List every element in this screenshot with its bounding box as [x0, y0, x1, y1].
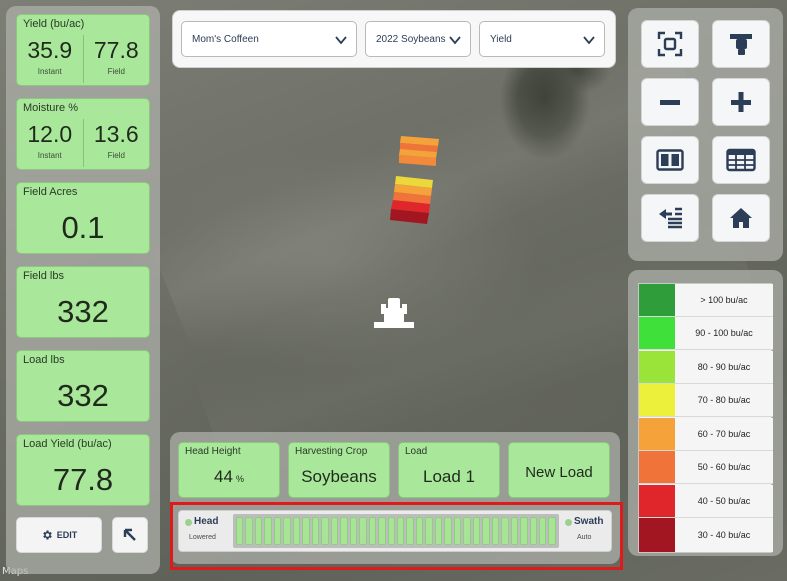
legend-row: 50 - 60 bu/ac [639, 451, 773, 484]
head-height-value: 44 [214, 467, 233, 486]
harvesting-crop-value: Soybeans [301, 467, 377, 486]
field-acres-value: 0.1 [61, 210, 105, 245]
yield-title: Yield (bu/ac) [23, 18, 85, 30]
legend-swatch [639, 284, 675, 316]
moisture-instant-value: 12.0 [27, 121, 73, 147]
legend-label: 40 - 50 bu/ac [675, 485, 773, 517]
legend-row: > 100 bu/ac [639, 284, 773, 317]
plus-icon [731, 92, 751, 112]
load-lbs-title: Load lbs [23, 354, 65, 366]
load-yield-value: 77.8 [52, 462, 114, 497]
chevron-down-icon [335, 36, 347, 45]
new-load-button[interactable]: New Load [508, 442, 610, 498]
table-view-button[interactable] [712, 136, 770, 184]
load-lbs-value: 332 [57, 378, 109, 413]
combine-icon [730, 34, 752, 55]
combine-marker-icon [374, 298, 414, 328]
legend-swatch [639, 418, 675, 450]
field-acres-title: Field Acres [23, 186, 78, 198]
legend-swatch [639, 384, 675, 416]
moisture-field-label: Field [107, 151, 125, 160]
yield-instant-label: Instant [37, 67, 62, 76]
home-button[interactable] [712, 194, 770, 242]
load-lbs-card[interactable]: Load lbs 332 [16, 350, 150, 422]
legend-label: 80 - 90 bu/ac [675, 351, 773, 383]
layer-select-value: Yield [490, 33, 512, 45]
legend-label: 30 - 40 bu/ac [675, 518, 773, 552]
legend-swatch [639, 351, 675, 383]
layer-select[interactable]: Yield [479, 21, 605, 57]
yield-coverage-upper [399, 136, 439, 166]
legend-row: 40 - 50 bu/ac [639, 485, 773, 518]
chevron-down-icon [449, 36, 461, 45]
table-icon [726, 148, 756, 172]
split-view-icon [656, 149, 684, 171]
load-value: Load 1 [423, 467, 475, 486]
chevron-down-icon [583, 36, 595, 45]
legend-row: 70 - 80 bu/ac [639, 384, 773, 417]
new-load-label: New Load [525, 464, 593, 481]
legend-row: 90 - 100 bu/ac [639, 317, 773, 350]
yield-field-value: 77.8 [93, 37, 139, 63]
selector-bar: Mom's Coffeen 2022 Soybeans Yield [172, 10, 616, 68]
zoom-in-button[interactable] [712, 78, 770, 126]
home-icon [730, 208, 752, 228]
yield-instant-value: 35.9 [27, 37, 73, 63]
farm-select[interactable]: Mom's Coffeen [181, 21, 357, 57]
crop-year-select-value: 2022 Soybeans [376, 33, 446, 45]
load-title: Load [405, 446, 428, 457]
legend-swatch [639, 451, 675, 483]
moisture-instant-label: Instant [37, 151, 62, 160]
split-view-button[interactable] [641, 136, 699, 184]
legend-swatch [639, 317, 675, 349]
highlight-box [170, 502, 623, 570]
harvesting-crop-title: Harvesting Crop [295, 446, 368, 457]
head-height-card[interactable]: Head Height 44% [178, 442, 280, 498]
crop-year-select[interactable]: 2022 Soybeans [365, 21, 471, 57]
gear-icon [42, 530, 52, 540]
legend-row: 60 - 70 bu/ac [639, 418, 773, 451]
minus-icon [660, 100, 680, 105]
moisture-title: Moisture % [23, 102, 79, 114]
focus-frame-icon [657, 31, 683, 57]
moisture-card[interactable]: Moisture % 12.0 Instant 13.6 Field [16, 98, 150, 170]
harvesting-crop-card[interactable]: Harvesting Crop Soybeans [288, 442, 390, 498]
head-height-unit: % [235, 474, 244, 484]
moisture-field-value: 13.6 [93, 121, 139, 147]
legend-label: > 100 bu/ac [675, 284, 773, 316]
zoom-out-button[interactable] [641, 78, 699, 126]
field-acres-card[interactable]: Field Acres 0.1 [16, 182, 150, 254]
load-card[interactable]: Load Load 1 [398, 442, 500, 498]
expand-button[interactable] [112, 517, 148, 553]
legend-row: 30 - 40 bu/ac [639, 518, 773, 552]
farm-select-value: Mom's Coffeen [192, 33, 259, 45]
yield-card[interactable]: Yield (bu/ac) 35.9 Instant 77.8 Field [16, 14, 150, 86]
legend-label: 50 - 60 bu/ac [675, 451, 773, 483]
load-yield-title: Load Yield (bu/ac) [23, 438, 112, 450]
edit-button-label: EDIT [56, 530, 78, 540]
legend-label: 60 - 70 bu/ac [675, 418, 773, 450]
legend-swatch [639, 518, 675, 552]
legend-swatch [639, 485, 675, 517]
yield-coverage-lower [390, 176, 433, 224]
edit-button[interactable]: EDIT [16, 517, 102, 553]
field-lbs-title: Field lbs [23, 270, 64, 282]
transfer-list-icon [659, 207, 682, 229]
load-yield-card[interactable]: Load Yield (bu/ac) 77.8 [16, 434, 150, 506]
legend-label: 90 - 100 bu/ac [675, 317, 773, 349]
yield-field-label: Field [107, 67, 125, 76]
legend-row: 80 - 90 bu/ac [639, 351, 773, 384]
combine-view-button[interactable] [712, 20, 770, 68]
field-lbs-card[interactable]: Field lbs 332 [16, 266, 150, 338]
transfer-button[interactable] [641, 194, 699, 242]
yield-legend: > 100 bu/ac 90 - 100 bu/ac 80 - 90 bu/ac… [638, 283, 773, 553]
legend-label: 70 - 80 bu/ac [675, 384, 773, 416]
arrow-up-left-icon [123, 528, 136, 541]
field-lbs-value: 332 [57, 294, 109, 329]
focus-button[interactable] [641, 20, 699, 68]
head-height-title: Head Height [185, 446, 241, 457]
